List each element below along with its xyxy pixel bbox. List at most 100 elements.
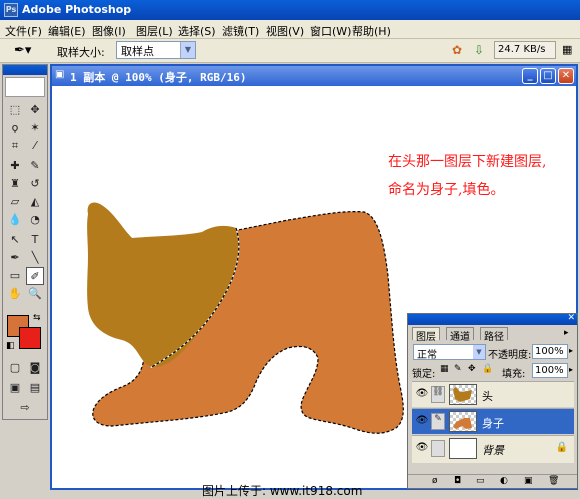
maximize-button[interactable]: □	[540, 68, 556, 84]
menu-edit[interactable]: 编辑(E)	[48, 23, 86, 39]
fill-arrow-icon[interactable]: ▸	[569, 365, 573, 374]
tab-layers[interactable]: 图层	[412, 327, 440, 343]
layer-thumbnail	[449, 411, 477, 432]
layer-row-head[interactable]: 👁 ⛓ 头	[412, 381, 574, 407]
jump-to-imageready-icon[interactable]: ⇨	[16, 399, 34, 417]
eye-icon[interactable]: 👁	[415, 415, 429, 428]
layer-name: 头	[482, 390, 493, 403]
eyedropper-tool-icon[interactable]: ✒▾	[14, 43, 31, 58]
eye-icon[interactable]: 👁	[415, 388, 429, 401]
menu-window[interactable]: 窗口(W)	[310, 23, 351, 39]
eraser-tool-icon[interactable]: ▱	[6, 193, 24, 211]
new-layer-icon[interactable]: ▣	[524, 476, 533, 486]
eye-icon[interactable]: 👁	[415, 442, 429, 455]
opacity-value: 100%	[535, 346, 564, 357]
upload-watermark: 图片上传于: www.it918.com	[202, 484, 363, 498]
menu-layer[interactable]: 图层(L)	[136, 23, 173, 39]
layer-name: 身子	[482, 417, 504, 430]
speed-value: 24.7 KB/s	[498, 44, 546, 55]
fill-value: 100%	[535, 365, 564, 376]
download-arrow-icon: ⇩	[474, 43, 485, 57]
zoom-tool-icon[interactable]: 🔍	[26, 285, 44, 303]
menu-view[interactable]: 视图(V)	[266, 23, 304, 39]
chevron-down-icon: ▼	[473, 345, 485, 359]
document-title-bar: ▣ 1 副本 @ 100% (身子, RGB/16) _ □ ✕	[52, 66, 576, 86]
menu-image[interactable]: 图像(I)	[92, 23, 126, 39]
menu-help[interactable]: 帮助(H)	[352, 23, 391, 39]
lock-label: 锁定:	[412, 369, 436, 380]
options-bar: ✒▾ 取样大小: 取样点 ▼ ⇩ ✿ 24.7 KB/s ▦	[0, 39, 580, 63]
standard-mode-icon[interactable]: ▢	[6, 359, 24, 377]
lock-transparency-icon[interactable]: ▦	[440, 364, 449, 374]
sample-size-value: 取样点	[121, 45, 154, 58]
app-title: Adobe Photoshop	[22, 3, 132, 16]
new-set-icon[interactable]: ▭	[476, 476, 485, 486]
lock-position-icon[interactable]: ✥	[468, 364, 476, 374]
layer-style-icon[interactable]: ø	[432, 476, 438, 486]
trash-icon[interactable]: 🗑	[548, 476, 559, 486]
layers-panel: ✕ 图层 通道 路径 ▸ 正常 ▼ 不透明度: 100% ▸ 锁定: ▦ ✎ ✥…	[407, 313, 578, 489]
minimize-button[interactable]: _	[522, 68, 538, 84]
blend-mode-select[interactable]: 正常 ▼	[413, 344, 486, 361]
toolbox-header[interactable]	[3, 65, 47, 75]
magic-wand-tool-icon[interactable]: ✶	[26, 119, 44, 137]
layer-name: 背景	[482, 444, 504, 457]
move-tool-icon[interactable]: ✥	[26, 101, 44, 119]
blur-tool-icon[interactable]: 💧	[6, 211, 24, 229]
paint-bucket-icon[interactable]: ◭	[26, 193, 44, 211]
swap-colors-icon[interactable]: ⇆	[33, 313, 41, 323]
menu-file[interactable]: 文件(F)	[5, 23, 42, 39]
default-colors-icon[interactable]: ◧	[6, 341, 15, 351]
crop-tool-icon[interactable]: ⌗	[6, 137, 24, 155]
dodge-tool-icon[interactable]: ◔	[26, 211, 44, 229]
sample-size-select[interactable]: 取样点 ▼	[116, 41, 196, 59]
marquee-tool-icon[interactable]: ⬚	[6, 101, 24, 119]
menu-select[interactable]: 选择(S)	[178, 23, 216, 39]
healing-brush-icon[interactable]: ✚	[6, 157, 24, 175]
type-tool-icon[interactable]: T	[26, 231, 44, 249]
tab-paths[interactable]: 路径	[480, 327, 508, 343]
link-slot[interactable]	[431, 440, 445, 457]
eyedropper-tool-icon[interactable]: ✐	[26, 267, 44, 285]
sample-size-label: 取样大小:	[57, 46, 105, 59]
history-brush-icon[interactable]: ↺	[26, 175, 44, 193]
clone-stamp-icon[interactable]: ♜	[6, 175, 24, 193]
background-color-swatch[interactable]	[19, 327, 41, 349]
close-icon[interactable]: ✕	[567, 313, 575, 323]
close-button[interactable]: ✕	[558, 68, 574, 84]
layer-row-body[interactable]: 👁 ✎ 身子	[412, 408, 574, 434]
brush-icon[interactable]: ✎	[431, 413, 445, 430]
speed-readout: 24.7 KB/s	[494, 41, 556, 59]
layer-thumbnail	[449, 438, 477, 459]
slice-tool-icon[interactable]: ⁄	[26, 137, 44, 155]
full-screen-icon[interactable]: ▤	[26, 379, 44, 397]
screen-mode-icon[interactable]: ▣	[6, 379, 24, 397]
layers-panel-header[interactable]: ✕	[408, 313, 577, 325]
opacity-input[interactable]: 100%	[532, 344, 568, 359]
refresh-icon[interactable]: ✿	[452, 43, 462, 57]
layer-row-background[interactable]: 👁 背景 🔒	[412, 435, 574, 463]
hand-tool-icon[interactable]: ✋	[6, 285, 24, 303]
opacity-arrow-icon[interactable]: ▸	[569, 346, 573, 355]
brush-tool-icon[interactable]: ✎	[26, 157, 44, 175]
quick-mask-icon[interactable]: ◙	[26, 359, 44, 377]
notes-tool-icon[interactable]: ▭	[6, 267, 24, 285]
photoshop-logo-icon: Ps	[4, 3, 18, 17]
fill-input[interactable]: 100%	[532, 363, 568, 378]
blend-mode-value: 正常	[417, 350, 437, 361]
panel-menu-icon[interactable]: ▸	[564, 328, 569, 338]
pen-tool-icon[interactable]: ✒	[6, 249, 24, 267]
path-select-icon[interactable]: ↖	[6, 231, 24, 249]
lock-all-icon[interactable]: 🔒	[482, 364, 493, 374]
adjustment-layer-icon[interactable]: ◐	[500, 476, 508, 486]
line-tool-icon[interactable]: ╲	[26, 249, 44, 267]
menu-filter[interactable]: 滤镜(T)	[222, 23, 259, 39]
tab-channels[interactable]: 通道	[446, 327, 474, 343]
link-icon[interactable]: ⛓	[431, 386, 445, 403]
add-mask-icon[interactable]: ◘	[454, 476, 461, 486]
fill-label: 填充:	[502, 369, 526, 380]
lock-pixels-icon[interactable]: ✎	[454, 364, 462, 374]
lasso-tool-icon[interactable]: ϙ	[6, 119, 24, 137]
palette-well-icon[interactable]: ▦	[562, 43, 572, 56]
feather-logo-icon[interactable]	[5, 77, 45, 97]
